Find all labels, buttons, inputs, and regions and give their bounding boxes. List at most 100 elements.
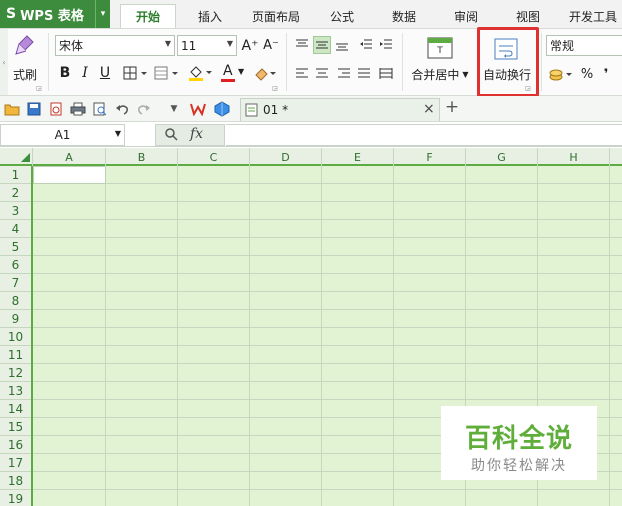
column-header-e[interactable]: E (322, 148, 394, 166)
percent-button[interactable]: % (578, 64, 596, 84)
zoom-search-icon[interactable] (164, 127, 178, 144)
row-header[interactable]: 14 (0, 400, 31, 418)
justify-icon[interactable] (355, 65, 373, 83)
clipboard-launcher-icon[interactable]: ◲ (36, 85, 42, 92)
fill-color-button[interactable] (186, 63, 216, 83)
row-header[interactable]: 6 (0, 256, 31, 274)
print-preview-icon[interactable] (92, 101, 108, 117)
app-menu-dropdown-icon[interactable]: ▾ (95, 0, 110, 28)
document-tab[interactable]: 01 * × (240, 98, 440, 121)
column-header-a[interactable]: A (33, 148, 106, 166)
shrink-font-button[interactable]: A⁻ (262, 35, 280, 56)
grow-font-button[interactable]: A⁺ (241, 35, 259, 56)
row-header[interactable]: 15 (0, 418, 31, 436)
align-left-icon[interactable] (293, 65, 311, 83)
tab-insert[interactable]: 插入 (186, 4, 234, 28)
app-menu-button[interactable]: S WPS 表格 ▾ (0, 0, 110, 28)
italic-button[interactable]: I (76, 63, 94, 83)
distributed-align-icon[interactable] (377, 65, 395, 83)
cell-style-button[interactable] (152, 63, 182, 83)
row-header[interactable]: 2 (0, 184, 31, 202)
align-bottom-icon[interactable] (333, 36, 351, 54)
name-box[interactable]: A1 ▼ (0, 124, 125, 146)
align-right-icon[interactable] (335, 65, 353, 83)
number-format-select[interactable]: 常规 (546, 35, 622, 56)
font-name-select[interactable]: 宋体 ▼ (55, 35, 175, 56)
new-tab-icon[interactable]: + (444, 97, 460, 117)
tab-home[interactable]: 开始 (120, 4, 176, 28)
merge-center-icon[interactable]: T (425, 35, 455, 61)
undo-icon[interactable] (114, 101, 130, 117)
cloud-box-icon[interactable] (214, 101, 230, 117)
row-header[interactable]: 13 (0, 382, 31, 400)
underline-button[interactable]: U (96, 63, 114, 83)
font-color-button[interactable]: A ▼ (218, 63, 248, 83)
formula-input[interactable] (226, 124, 622, 146)
redo-icon[interactable] (136, 101, 152, 117)
clear-format-button[interactable] (252, 63, 280, 83)
close-tab-icon[interactable]: × (423, 101, 435, 117)
decrease-indent-icon[interactable] (357, 36, 375, 54)
align-top-icon[interactable] (293, 36, 311, 54)
row-header[interactable]: 19 (0, 490, 31, 506)
row-header[interactable]: 17 (0, 454, 31, 472)
tab-data[interactable]: 数据 (380, 4, 428, 28)
row-header[interactable]: 16 (0, 436, 31, 454)
grid-line (33, 273, 622, 274)
column-header-c[interactable]: C (178, 148, 250, 166)
insert-function-icon[interactable]: fx (190, 126, 203, 142)
row-header[interactable]: 8 (0, 292, 31, 310)
format-painter-label[interactable]: 式刷 (10, 65, 40, 83)
align-middle-icon[interactable] (313, 36, 331, 54)
grid-line (249, 166, 250, 506)
row-header[interactable]: 12 (0, 364, 31, 382)
ribbon-separator (541, 33, 542, 91)
column-header-f[interactable]: F (394, 148, 466, 166)
align-center-icon[interactable] (313, 65, 331, 83)
save-icon[interactable] (26, 101, 42, 117)
currency-icon (549, 69, 572, 81)
tab-review[interactable]: 审阅 (442, 4, 490, 28)
tab-developer[interactable]: 开发工具 (564, 4, 622, 28)
grid-line (33, 291, 622, 292)
row-header[interactable]: 10 (0, 328, 31, 346)
column-header-b[interactable]: B (106, 148, 178, 166)
ribbon-separator (48, 33, 49, 91)
row-header[interactable]: 7 (0, 274, 31, 292)
tab-formulas[interactable]: 公式 (318, 4, 366, 28)
font-size-value: 11 (181, 38, 197, 53)
currency-format-button[interactable] (547, 64, 575, 84)
open-folder-icon[interactable] (4, 101, 20, 117)
select-all-corner[interactable] (0, 148, 33, 166)
increase-indent-icon[interactable] (377, 36, 395, 54)
row-header[interactable]: 1 (0, 166, 31, 184)
column-header-g[interactable]: G (466, 148, 538, 166)
grid-line (33, 309, 622, 310)
border-button[interactable] (121, 63, 151, 83)
row-header[interactable]: 3 (0, 202, 31, 220)
wps-home-icon[interactable] (190, 101, 206, 117)
tab-page-layout[interactable]: 页面布局 (244, 4, 308, 28)
bold-button[interactable]: B (56, 63, 74, 83)
ribbon-scroll-left-icon[interactable]: ‹ (0, 29, 8, 95)
table-style-icon (154, 66, 178, 80)
chevron-down-icon: ▼ (114, 129, 121, 138)
comma-style-button[interactable]: ❜ (598, 64, 614, 84)
customize-toolbar-icon[interactable]: ▼ (166, 101, 182, 117)
row-header[interactable]: 4 (0, 220, 31, 238)
active-cell-a1[interactable] (33, 166, 106, 184)
format-painter-icon[interactable] (10, 33, 40, 57)
column-header-d[interactable]: D (250, 148, 322, 166)
tab-view[interactable]: 视图 (504, 4, 552, 28)
merge-center-button[interactable]: 合并居中 ▼ (408, 65, 472, 83)
row-header[interactable]: 11 (0, 346, 31, 364)
column-header-h[interactable]: H (538, 148, 610, 166)
name-box-value: A1 (54, 128, 71, 142)
row-header[interactable]: 9 (0, 310, 31, 328)
row-header[interactable]: 5 (0, 238, 31, 256)
export-pdf-icon[interactable] (48, 101, 64, 117)
row-header[interactable]: 18 (0, 472, 31, 490)
font-size-select[interactable]: 11 ▼ (177, 35, 237, 56)
font-launcher-icon[interactable]: ◲ (272, 85, 278, 92)
print-icon[interactable] (70, 101, 86, 117)
